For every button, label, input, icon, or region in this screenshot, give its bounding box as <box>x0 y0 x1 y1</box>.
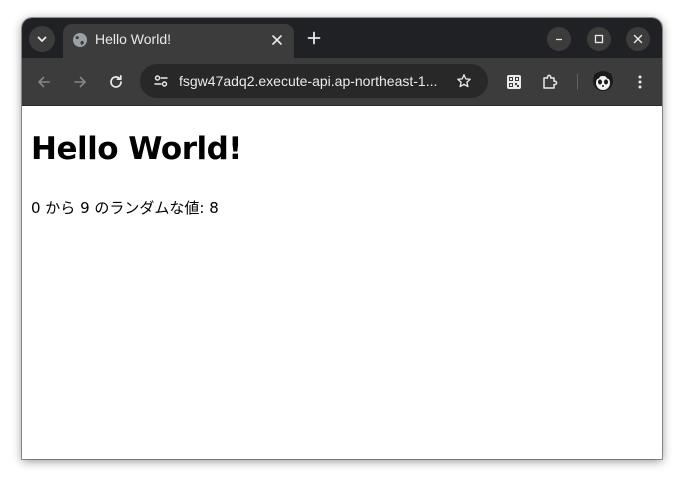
page-content: Hello World! 0 から 9 のランダムな値: 8 <box>22 106 662 459</box>
close-icon <box>633 34 643 44</box>
more-vertical-icon <box>638 75 642 89</box>
puzzle-icon <box>543 74 558 89</box>
avatar <box>593 71 613 91</box>
close-window-button[interactable] <box>626 27 650 51</box>
qr-code-button[interactable] <box>504 72 524 92</box>
forward-button[interactable] <box>70 72 90 92</box>
minimize-button[interactable] <box>547 27 571 51</box>
arrow-left-icon <box>38 76 50 88</box>
close-icon <box>272 35 282 45</box>
page-heading: Hello World! <box>31 131 242 167</box>
browser-window: Hello World! fsgw47adq2.execute-api.ap-n… <box>22 18 662 459</box>
address-bar[interactable]: fsgw47adq2.execute-api.ap-northeast-1... <box>140 64 488 98</box>
tune-icon <box>154 75 168 87</box>
tab-strip: Hello World! <box>22 18 662 58</box>
arrow-right-icon <box>74 76 86 88</box>
chevron-down-icon <box>36 30 48 49</box>
extensions-button[interactable] <box>540 72 560 92</box>
globe-icon <box>72 32 88 48</box>
new-tab-button[interactable] <box>304 28 324 48</box>
profile-avatar[interactable] <box>592 70 614 92</box>
random-value-text: 0 から 9 のランダムな値: 8 <box>31 199 219 217</box>
reload-icon <box>110 74 122 88</box>
close-tab-button[interactable] <box>269 32 285 48</box>
tab-search-button[interactable] <box>29 26 55 52</box>
qr-code-icon <box>507 75 521 89</box>
bookmark-button[interactable] <box>454 71 474 91</box>
url-text[interactable]: fsgw47adq2.execute-api.ap-northeast-1... <box>179 73 444 89</box>
maximize-button[interactable] <box>587 27 611 51</box>
reload-button[interactable] <box>106 72 126 92</box>
back-button[interactable] <box>34 72 54 92</box>
toolbar: fsgw47adq2.execute-api.ap-northeast-1... <box>22 58 662 106</box>
star-icon <box>457 74 471 88</box>
toolbar-divider <box>577 74 578 90</box>
tab-title: Hello World! <box>95 31 171 47</box>
menu-button[interactable] <box>630 72 650 92</box>
minimize-icon <box>556 38 562 41</box>
active-tab[interactable]: Hello World! <box>63 24 294 58</box>
site-info-button[interactable] <box>151 71 171 91</box>
plus-icon <box>307 31 321 45</box>
maximize-icon <box>594 34 604 44</box>
